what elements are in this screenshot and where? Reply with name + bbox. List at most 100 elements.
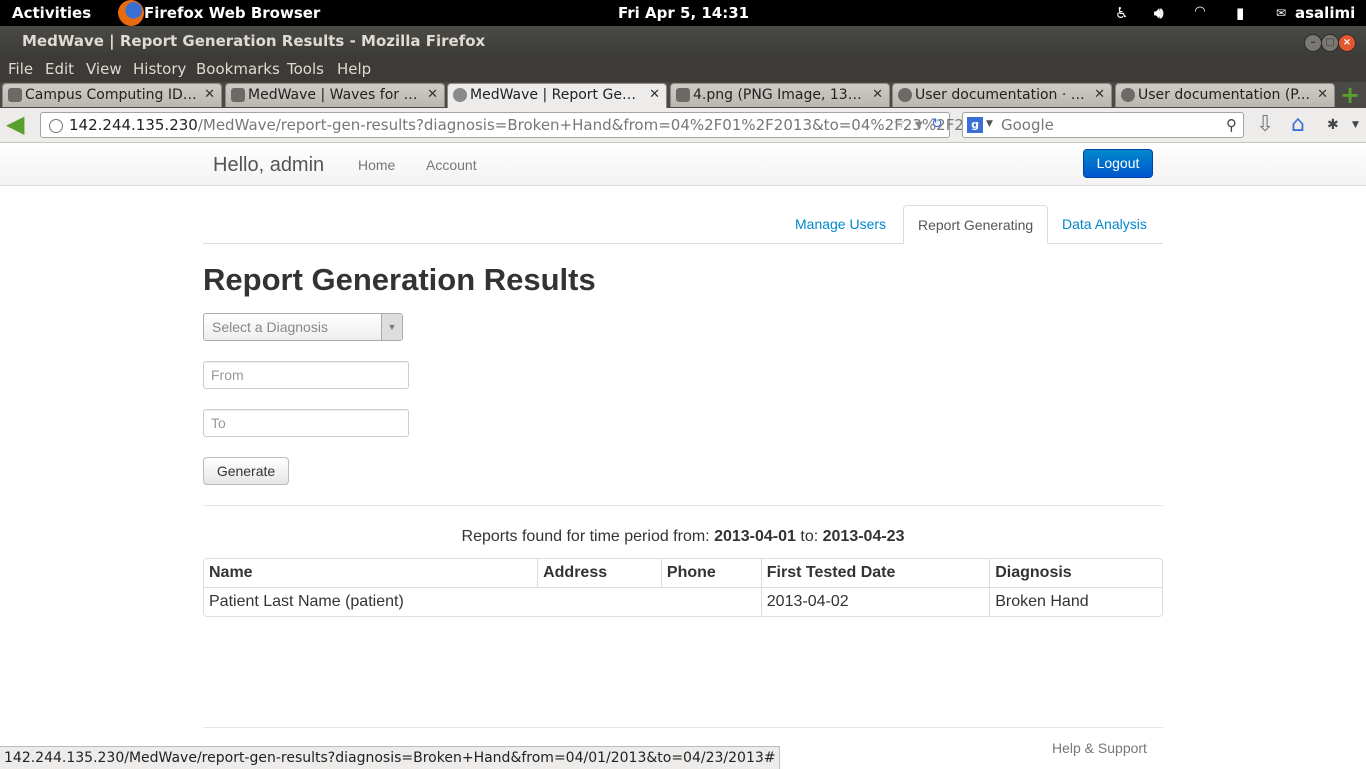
tab-report-generating[interactable]: Report Generating bbox=[903, 205, 1049, 244]
more-tools-icon[interactable]: ▼ bbox=[1352, 112, 1359, 138]
column-header: Phone bbox=[660, 559, 761, 587]
generate-button[interactable]: Generate bbox=[203, 457, 289, 485]
close-tab-icon[interactable]: ✕ bbox=[204, 87, 215, 102]
back-arrow-icon[interactable]: ◀ bbox=[6, 112, 30, 137]
divider bbox=[203, 505, 1163, 506]
column-header: First Tested Date bbox=[760, 559, 989, 587]
tab-label: User documentation (P... bbox=[1138, 87, 1310, 103]
volume-icon[interactable]: 🔊︎ bbox=[1154, 4, 1163, 22]
search-engine-dropdown-icon[interactable]: ▼ bbox=[986, 119, 993, 129]
browser-tab[interactable]: Campus Computing ID ... ✕ bbox=[2, 83, 222, 107]
tab-label: User documentation · e... bbox=[915, 87, 1089, 103]
tab-label: MedWave | Waves for t... bbox=[248, 87, 422, 103]
close-window-icon[interactable]: × bbox=[1338, 34, 1356, 52]
tab-manage-users[interactable]: Manage Users bbox=[781, 205, 900, 243]
maximize-icon[interactable]: □ bbox=[1321, 34, 1339, 52]
summary-to-label: to: bbox=[800, 528, 819, 545]
chat-icon[interactable]: ✉ bbox=[1276, 6, 1286, 20]
summary-from-date: 2013-04-01 bbox=[714, 528, 796, 545]
to-placeholder: To bbox=[211, 415, 226, 431]
diagnosis-placeholder: Select a Diagnosis bbox=[212, 319, 328, 335]
reload-icon[interactable]: ↻ bbox=[931, 116, 943, 132]
site-identity-icon[interactable] bbox=[49, 119, 63, 133]
logout-button[interactable]: Logout bbox=[1083, 149, 1153, 178]
search-bar[interactable]: g ▼ Google ⚲ bbox=[962, 112, 1244, 138]
menu-help[interactable]: Help bbox=[337, 60, 371, 78]
column-header: Diagnosis bbox=[989, 559, 1162, 587]
browser-tab-active[interactable]: MedWave | Report Gen... ✕ bbox=[447, 83, 667, 108]
column-header: Address bbox=[537, 559, 661, 587]
system-top-bar: Activities Firefox Web Browser Fri Apr 5… bbox=[0, 0, 1366, 26]
menu-history[interactable]: History bbox=[133, 60, 186, 78]
results-table: Name Address Phone First Tested Date Dia… bbox=[203, 558, 1163, 617]
window-title-bar: MedWave | Report Generation Results - Mo… bbox=[0, 26, 1366, 56]
from-date-input[interactable]: From bbox=[203, 361, 409, 389]
wifi-icon[interactable]: ◠ bbox=[1195, 4, 1205, 19]
user-menu[interactable]: asalimi bbox=[1295, 4, 1355, 22]
google-icon[interactable]: g bbox=[967, 117, 983, 133]
to-date-input[interactable]: To bbox=[203, 409, 409, 437]
github-icon bbox=[898, 88, 912, 102]
summary-to-date: 2013-04-23 bbox=[822, 528, 905, 545]
page-icon bbox=[8, 88, 22, 102]
tab-label: MedWave | Report Gen... bbox=[470, 87, 644, 103]
window-title: MedWave | Report Generation Results - Mo… bbox=[22, 32, 486, 50]
menu-bookmarks[interactable]: Bookmarks bbox=[196, 60, 280, 78]
status-bar: 142.244.135.230/MedWave/report-gen-resul… bbox=[0, 746, 781, 769]
downloads-icon[interactable]: ⇩ bbox=[1256, 112, 1274, 138]
cell-first-tested-date: 2013-04-02 bbox=[760, 587, 990, 616]
summary-prefix: Reports found for time period from: bbox=[461, 528, 710, 545]
greeting[interactable]: Hello, admin bbox=[213, 154, 324, 177]
menu-file[interactable]: File bbox=[8, 60, 33, 78]
clock[interactable]: Fri Apr 5, 14:31 bbox=[618, 4, 749, 22]
footer-divider bbox=[203, 727, 1163, 728]
browser-tab[interactable]: User documentation (P... ✕ bbox=[1115, 83, 1335, 107]
page-icon bbox=[231, 88, 245, 102]
site-header: Hello, admin Home Account Logout bbox=[0, 143, 1366, 186]
close-tab-icon[interactable]: ✕ bbox=[872, 87, 883, 102]
column-header: Name bbox=[209, 564, 253, 581]
report-summary: Reports found for time period from: 2013… bbox=[203, 528, 1163, 546]
search-icon[interactable]: ⚲ bbox=[1226, 116, 1237, 134]
globe-icon bbox=[453, 88, 467, 102]
extension-icon[interactable]: ✱ bbox=[1327, 112, 1339, 138]
diagnosis-select[interactable]: Select a Diagnosis ▼ bbox=[203, 313, 403, 341]
table-row: Patient Last Name (patient) 2013-04-02 B… bbox=[204, 587, 1162, 616]
url-bar[interactable]: 142.244.135.230/MedWave/report-gen-resul… bbox=[40, 112, 993, 138]
browser-tab[interactable]: User documentation · e... ✕ bbox=[892, 83, 1112, 107]
chevron-down-icon[interactable]: ▼ bbox=[381, 314, 402, 340]
tab-label: 4.png (PNG Image, 1366... bbox=[693, 87, 867, 103]
tab-bar: Campus Computing ID ... ✕ MedWave | Wave… bbox=[0, 82, 1366, 108]
close-tab-icon[interactable]: ✕ bbox=[1094, 87, 1105, 102]
page-icon bbox=[676, 88, 690, 102]
menu-view[interactable]: View bbox=[86, 60, 122, 78]
bookmark-star-icon[interactable]: ☆ bbox=[893, 116, 906, 132]
nav-account-link[interactable]: Account bbox=[426, 157, 477, 173]
tab-data-analysis[interactable]: Data Analysis bbox=[1048, 205, 1161, 243]
page-tabs: Manage Users Report Generating Data Anal… bbox=[203, 205, 1163, 244]
search-placeholder: Google bbox=[1001, 116, 1054, 134]
close-tab-icon[interactable]: ✕ bbox=[427, 87, 438, 102]
cell-diagnosis: Broken Hand bbox=[989, 587, 1162, 616]
new-tab-icon[interactable]: + bbox=[1340, 83, 1360, 107]
navigation-bar: ◀ 142.244.135.230/MedWave/report-gen-res… bbox=[0, 108, 1366, 143]
home-icon[interactable]: ⌂ bbox=[1291, 112, 1305, 138]
table-header-row: Name Address Phone First Tested Date Dia… bbox=[204, 559, 1162, 587]
browser-tab[interactable]: 4.png (PNG Image, 1366... ✕ bbox=[670, 83, 890, 107]
url-text[interactable]: 142.244.135.230/MedWave/report-gen-resul… bbox=[69, 116, 993, 134]
dropdown-arrow-icon[interactable]: ▼ bbox=[915, 120, 923, 131]
help-support-link[interactable]: Help & Support bbox=[1052, 740, 1147, 756]
menu-edit[interactable]: Edit bbox=[45, 60, 74, 78]
menu-tools[interactable]: Tools bbox=[287, 60, 324, 78]
battery-icon[interactable]: ▮ bbox=[1236, 4, 1244, 22]
from-placeholder: From bbox=[211, 367, 244, 383]
app-name[interactable]: Firefox Web Browser bbox=[144, 4, 320, 22]
close-tab-icon[interactable]: ✕ bbox=[649, 87, 660, 102]
accessibility-icon[interactable]: ♿ bbox=[1115, 4, 1128, 22]
activities-button[interactable]: Activities bbox=[12, 4, 91, 22]
close-tab-icon[interactable]: ✕ bbox=[1317, 87, 1328, 102]
nav-home-link[interactable]: Home bbox=[358, 157, 395, 173]
firefox-logo-icon bbox=[118, 0, 144, 26]
minimize-icon[interactable]: – bbox=[1304, 34, 1322, 52]
browser-tab[interactable]: MedWave | Waves for t... ✕ bbox=[225, 83, 445, 107]
